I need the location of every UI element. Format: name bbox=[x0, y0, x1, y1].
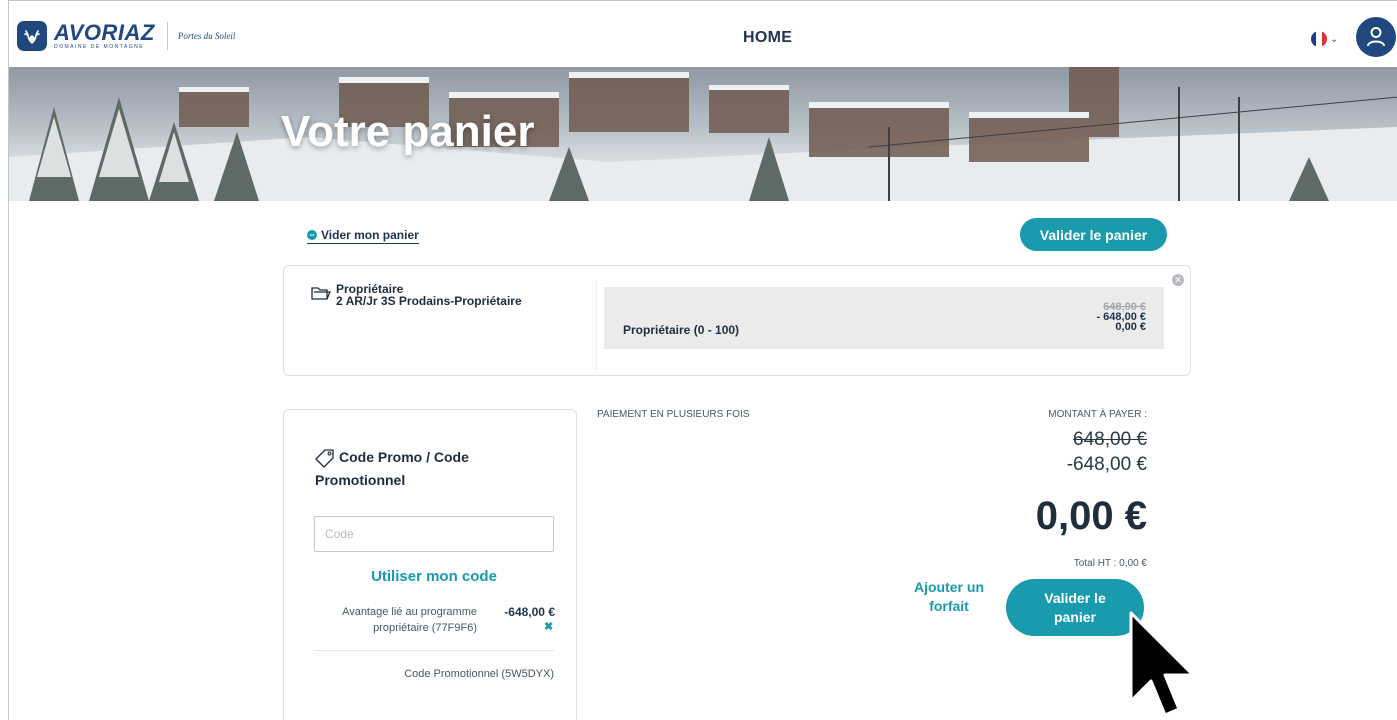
minus-circle-icon: − bbox=[307, 230, 317, 240]
deer-icon bbox=[17, 21, 47, 51]
remove-advantage-icon[interactable]: ✖ bbox=[544, 620, 553, 633]
amount-total-ht: Total HT : 0,00 € bbox=[1073, 558, 1147, 569]
page-title: Votre panier bbox=[281, 107, 535, 156]
promo-title-text: Code Promo / Code Promotionnel bbox=[315, 449, 469, 488]
chevron-down-icon: ⌄ bbox=[1330, 33, 1339, 45]
brand-tagline: DOMAINE DE MONTAGNE bbox=[54, 44, 145, 50]
mouse-pointer-icon bbox=[1129, 611, 1195, 717]
cart-item-prices: 648,00 € - 648,00 € 0,00 € bbox=[1096, 302, 1146, 333]
promo-code-card: Code Promo / Code Promotionnel Utiliser … bbox=[283, 409, 577, 720]
language-selector[interactable]: ⌄ bbox=[1311, 31, 1338, 47]
promo-title: Code Promo / Code Promotionnel bbox=[315, 446, 545, 492]
amount-old: 648,00 € bbox=[1073, 429, 1147, 450]
cart-divider bbox=[596, 280, 597, 370]
amount-discount: -648,00 € bbox=[1066, 454, 1147, 475]
amount-due-label: MONTANT À PAYER : bbox=[1048, 409, 1147, 420]
cart-item-price-final: 0,00 € bbox=[1115, 321, 1146, 333]
cart-item-pricing: Propriétaire (0 - 100) 648,00 € - 648,00… bbox=[604, 287, 1164, 349]
tag-icon bbox=[315, 449, 334, 468]
validate-cart-top-button[interactable]: Valider le panier bbox=[1020, 218, 1167, 251]
split-payment-label: PAIEMENT EN PLUSIEURS FOIS bbox=[597, 409, 750, 420]
account-button[interactable] bbox=[1356, 17, 1396, 57]
cart-item-card: Propriétaire 2 AR/Jr 3S Prodains-Proprié… bbox=[283, 265, 1191, 376]
advantage-label: Avantage lié au programme propriétaire (… bbox=[342, 606, 477, 634]
folder-icon bbox=[311, 287, 331, 300]
brand-name: AVORIAZ bbox=[54, 20, 155, 45]
amount-total: 0,00 € bbox=[1035, 494, 1147, 538]
top-bar: AVORIAZ DOMAINE DE MONTAGNE Portes du So… bbox=[9, 1, 1397, 67]
remove-item-icon[interactable]: ✕ bbox=[1172, 274, 1184, 286]
nav-home-link[interactable]: HOME bbox=[743, 29, 792, 47]
hero-background-image bbox=[9, 67, 1397, 201]
cart-item-name: 2 AR/Jr 3S Prodains-Propriétaire bbox=[336, 294, 522, 308]
cart-item-category: Propriétaire (0 - 100) bbox=[623, 323, 740, 337]
brand-logo[interactable]: AVORIAZ DOMAINE DE MONTAGNE Portes du So… bbox=[17, 21, 235, 51]
advantage-amount: -648,00 € bbox=[504, 605, 555, 619]
promo-divider bbox=[314, 650, 554, 651]
empty-cart-label: Vider mon panier bbox=[321, 228, 419, 242]
add-pass-link[interactable]: Ajouter un forfait bbox=[914, 578, 984, 616]
logo-divider bbox=[166, 22, 168, 50]
hero-banner: Votre panier bbox=[9, 67, 1397, 201]
user-icon bbox=[1367, 27, 1385, 47]
flag-fr-icon bbox=[1311, 31, 1327, 47]
empty-cart-link[interactable]: − Vider mon panier bbox=[307, 228, 419, 244]
use-code-button[interactable]: Utiliser mon code bbox=[314, 568, 554, 585]
promo-code-input[interactable] bbox=[314, 516, 554, 552]
page-frame: AVORIAZ DOMAINE DE MONTAGNE Portes du So… bbox=[8, 0, 1397, 720]
cart-item-product: Propriétaire 2 AR/Jr 3S Prodains-Proprié… bbox=[336, 283, 522, 307]
partner-logo: Portes du Soleil bbox=[177, 31, 236, 41]
promo-code-applied: Code Promotionnel (5W5DYX) bbox=[404, 668, 554, 680]
